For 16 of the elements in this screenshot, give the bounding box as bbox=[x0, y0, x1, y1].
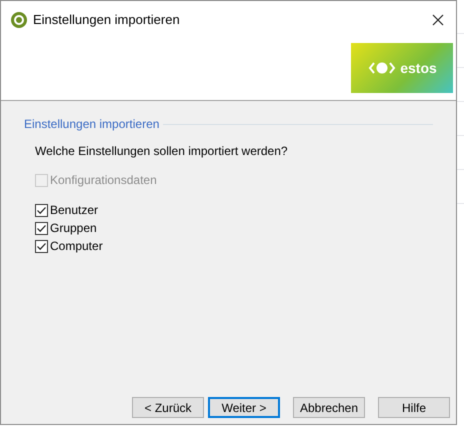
dialog-button[interactable]: Weiter > bbox=[208, 397, 280, 418]
dialog-button[interactable]: < Zurück bbox=[132, 397, 204, 418]
window-title: Einstellungen importieren bbox=[33, 10, 180, 29]
checkbox-label: Computer bbox=[50, 238, 103, 255]
checkbox[interactable] bbox=[35, 222, 48, 234]
checkbox[interactable] bbox=[35, 240, 48, 252]
close-icon[interactable] bbox=[432, 14, 444, 26]
checkbox-label: Konfigurationsdaten bbox=[50, 172, 157, 189]
checkbox-label: Gruppen bbox=[50, 220, 97, 237]
logo-text: estos bbox=[400, 58, 437, 78]
dialog-button[interactable]: Abbrechen bbox=[293, 397, 365, 418]
dialog-button[interactable]: Hilfe bbox=[378, 397, 450, 418]
question-text: Welche Einstellungen sollen importiert werden? bbox=[35, 143, 289, 160]
checkbox-label: Benutzer bbox=[50, 202, 98, 219]
checkbox[interactable] bbox=[35, 204, 48, 216]
section-title: Einstellungen importieren bbox=[24, 116, 160, 133]
